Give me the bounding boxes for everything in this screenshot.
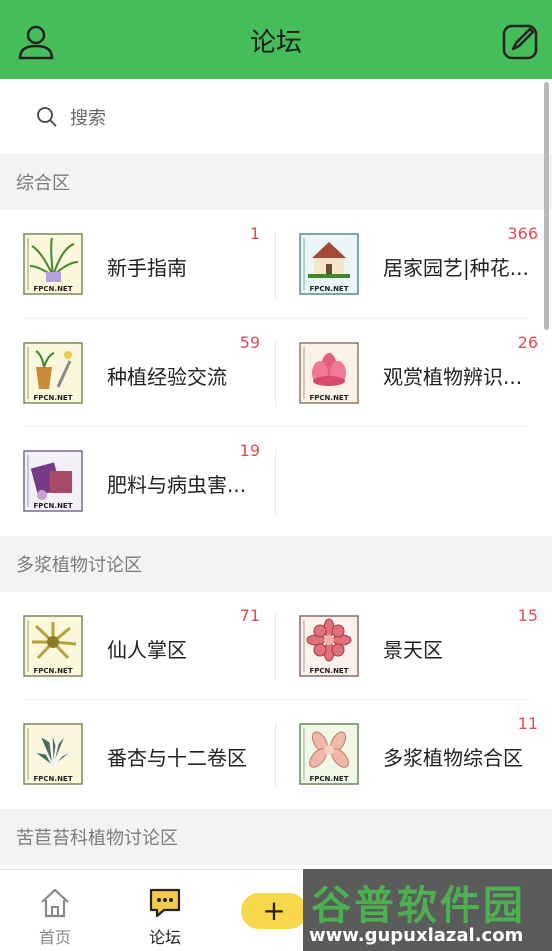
- forum-name: 景天区: [383, 637, 443, 662]
- house-thumbnail: FPCN.NET: [299, 233, 359, 295]
- edit-icon: [502, 24, 538, 60]
- new-post-button[interactable]: [500, 22, 540, 62]
- empty-cell: [276, 427, 552, 536]
- forum-item[interactable]: FPCN.NET 多浆植物综合区 11: [276, 700, 552, 809]
- scrollbar[interactable]: [544, 82, 549, 330]
- plus-icon: +: [262, 894, 286, 927]
- forum-chat-icon: [149, 888, 181, 918]
- forum-item[interactable]: FPCN.NET 景天区 15: [276, 592, 552, 701]
- cactus-thumbnail: FPCN.NET: [23, 614, 83, 677]
- new-post-count: 19: [239, 441, 260, 460]
- svg-text:FPCN.NET: FPCN.NET: [310, 285, 349, 293]
- lotus-thumbnail: FPCN.NET: [299, 341, 359, 404]
- svg-text:FPCN.NET: FPCN.NET: [34, 775, 73, 783]
- forum-name: 番杏与十二卷区: [107, 746, 247, 770]
- forum-name: 观赏植物辨识...: [383, 364, 523, 389]
- svg-text:FPCN.NET: FPCN.NET: [34, 667, 73, 675]
- forum-item[interactable]: FPCN.NET 新手指南 1: [0, 210, 276, 319]
- forum-grid: FPCN.NET 仙人掌区 71 FPCN.NET 景天区 15 FPCN.NE…: [0, 591, 552, 809]
- forum-item[interactable]: FPCN.NET 居家园艺|种花... 366: [276, 210, 552, 319]
- succulent-thumbnail: FPCN.NET: [299, 723, 359, 785]
- new-post-count: 26: [517, 332, 538, 352]
- forum-name: 多浆植物综合区: [383, 746, 523, 770]
- svg-text:FPCN.NET: FPCN.NET: [310, 394, 349, 402]
- section-header: 综合区: [0, 154, 552, 210]
- forum-item[interactable]: FPCN.NET 番杏与十二卷区: [0, 700, 276, 809]
- forum-name: 居家园艺|种花...: [383, 256, 529, 280]
- echeveria-thumbnail: FPCN.NET: [299, 614, 359, 677]
- watermark-url: www.gupuxlazal.com: [309, 925, 524, 946]
- tab-forum-label: 论坛: [148, 928, 181, 947]
- svg-text:FPCN.NET: FPCN.NET: [310, 775, 349, 783]
- svg-text:FPCN.NET: FPCN.NET: [34, 502, 73, 510]
- tab-home-label: 首页: [38, 928, 71, 947]
- section-header: 苦苣苔科植物讨论区: [0, 808, 552, 865]
- section-header: 多浆植物讨论区: [0, 535, 552, 592]
- forum-item[interactable]: FPCN.NET 观赏植物辨识... 26: [276, 319, 552, 428]
- home-icon: [41, 888, 69, 918]
- new-post-count: 11: [517, 714, 538, 733]
- tab-forum[interactable]: 论坛: [110, 870, 220, 951]
- page-title: 论坛: [249, 28, 302, 58]
- new-post-count: 15: [517, 605, 538, 625]
- spider-plant-thumbnail: FPCN.NET: [23, 233, 83, 295]
- forum-name: 新手指南: [107, 256, 187, 280]
- add-post-button[interactable]: +: [241, 893, 307, 929]
- fertilizer-thumbnail: FPCN.NET: [23, 450, 83, 512]
- new-post-count: 59: [239, 332, 260, 352]
- new-post-count: 366: [507, 224, 538, 243]
- search-bar[interactable]: 搜索: [0, 79, 552, 154]
- forum-name: 仙人掌区: [107, 637, 187, 662]
- watermark-title: 谷普软件园: [311, 883, 526, 929]
- watermark-logo: 谷普软件园 www.gupuxlazal.com: [303, 869, 552, 951]
- svg-text:FPCN.NET: FPCN.NET: [34, 285, 73, 293]
- forum-item[interactable]: FPCN.NET 仙人掌区 71: [0, 592, 276, 701]
- forum-list[interactable]: 搜索 综合区 FPCN.NET 新手指南 1 FPCN.NET 居家园艺|种花.…: [0, 79, 552, 869]
- pot-tools-thumbnail: FPCN.NET: [23, 341, 83, 404]
- forum-item[interactable]: FPCN.NET 肥料与病虫害... 19: [0, 427, 276, 536]
- svg-text:FPCN.NET: FPCN.NET: [34, 394, 73, 402]
- new-post-count: 71: [239, 605, 260, 625]
- forum-name: 肥料与病虫害...: [107, 473, 247, 497]
- tab-home[interactable]: 首页: [0, 870, 110, 951]
- forum-grid: FPCN.NET 新手指南 1 FPCN.NET 居家园艺|种花... 366: [0, 210, 552, 536]
- search-placeholder: 搜索: [70, 107, 106, 129]
- forum-item[interactable]: FPCN.NET 种植经验交流 59: [0, 319, 276, 428]
- search-icon: [37, 106, 57, 127]
- svg-text:FPCN.NET: FPCN.NET: [310, 667, 349, 675]
- haworthia-thumbnail: FPCN.NET: [23, 723, 83, 785]
- forum-name: 种植经验交流: [107, 364, 227, 389]
- app-header: 论坛: [0, 0, 552, 79]
- new-post-count: 1: [249, 224, 260, 243]
